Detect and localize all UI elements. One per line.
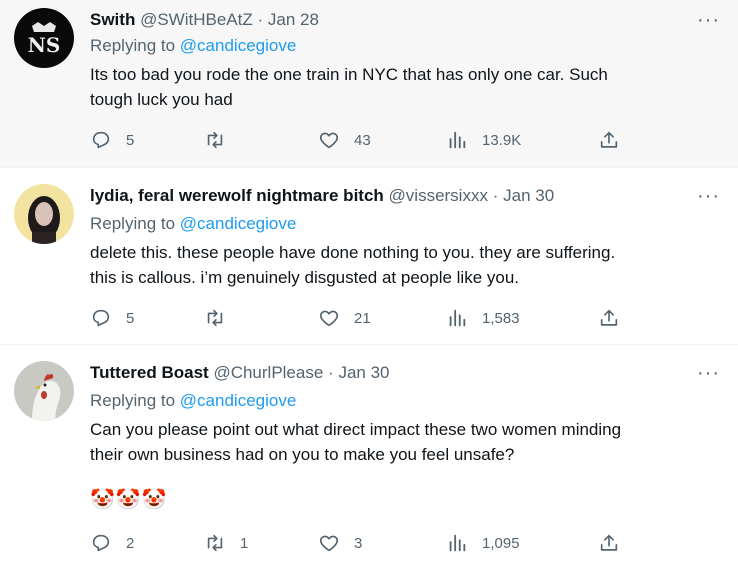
views-button[interactable]: 13.9K bbox=[446, 128, 521, 152]
like-count: 3 bbox=[354, 534, 363, 552]
profile-photo bbox=[32, 374, 61, 421]
author-name[interactable]: lydia, feral werewolf nightmare bitch bbox=[90, 186, 384, 205]
replying-prefix: Replying to bbox=[90, 214, 176, 233]
separator-dot: · bbox=[328, 363, 334, 382]
share-button[interactable] bbox=[598, 306, 620, 330]
views-count: 1,583 bbox=[482, 309, 520, 327]
tweet-text-line: this is callous. i’m genuinely disgusted… bbox=[90, 268, 520, 287]
action-bar: 2 1 3 1,095 bbox=[90, 531, 630, 555]
tweet-date[interactable]: Jan 28 bbox=[268, 10, 319, 29]
heart-icon bbox=[319, 535, 339, 552]
like-button[interactable]: 43 bbox=[318, 128, 371, 152]
share-button[interactable] bbox=[598, 128, 620, 152]
clown-emojis: 🤡🤡🤡 bbox=[90, 489, 168, 511]
author-handle[interactable]: @SWitHBeAtZ bbox=[140, 10, 253, 29]
separator-dot: · bbox=[492, 186, 499, 205]
reply-icon bbox=[92, 309, 110, 327]
author-handle[interactable]: @vissersixxx bbox=[389, 186, 488, 205]
tweet-text-line: delete this. these people have done noth… bbox=[90, 243, 616, 262]
mention-link[interactable]: @candicegiove bbox=[180, 36, 297, 55]
more-options-icon[interactable]: ··· bbox=[697, 363, 720, 383]
views-button[interactable]: 1,583 bbox=[446, 306, 520, 330]
tweet-text-line: Its too bad you rode the one train in NY… bbox=[90, 65, 608, 84]
tweet[interactable]: NS Swith @SWitHBeAtZ · Jan 28 ··· Replyi… bbox=[0, 0, 738, 168]
more-options-icon[interactable]: ··· bbox=[697, 10, 720, 30]
reply-count: 2 bbox=[126, 534, 135, 552]
tweet-header: Tuttered Boast @ChurlPlease · Jan 30 bbox=[90, 361, 390, 385]
reply-count: 5 bbox=[126, 131, 135, 149]
tweet-text-line: their own business had on you to make yo… bbox=[90, 445, 515, 464]
retweet-icon bbox=[207, 131, 223, 149]
views-button[interactable]: 1,095 bbox=[446, 531, 520, 555]
action-bar: 5 43 13.9K bbox=[90, 128, 630, 152]
reply-button[interactable]: 5 bbox=[90, 128, 134, 152]
author-handle[interactable]: @ChurlPlease bbox=[213, 363, 323, 382]
tweet-header: Swith @SWitHBeAtZ · Jan 28 bbox=[90, 8, 319, 32]
like-button[interactable]: 21 bbox=[318, 306, 371, 330]
views-count: 1,095 bbox=[482, 534, 520, 552]
replying-prefix: Replying to bbox=[90, 36, 176, 55]
views-icon bbox=[449, 131, 466, 149]
tweet-date[interactable]: Jan 30 bbox=[338, 363, 389, 382]
like-count: 43 bbox=[354, 131, 371, 149]
retweet-button[interactable]: 1 bbox=[204, 531, 248, 555]
heart-icon bbox=[319, 310, 339, 327]
tweet[interactable]: lydia, feral werewolf nightmare bitch @v… bbox=[0, 168, 738, 345]
profile-photo bbox=[28, 196, 60, 244]
reply-icon bbox=[92, 534, 110, 552]
replying-prefix: Replying to bbox=[90, 391, 176, 410]
views-count: 13.9K bbox=[482, 131, 522, 149]
replying-to: Replying to @candicegiove bbox=[90, 391, 296, 411]
retweet-button[interactable] bbox=[204, 128, 226, 152]
reply-button[interactable]: 2 bbox=[90, 531, 134, 555]
retweet-icon bbox=[207, 309, 223, 327]
more-options-icon[interactable]: ··· bbox=[697, 186, 720, 206]
tweet-text: Can you please point out what direct imp… bbox=[90, 417, 710, 467]
replying-to: Replying to @candicegiove bbox=[90, 36, 296, 56]
share-icon bbox=[600, 131, 618, 148]
retweet-count: 1 bbox=[240, 534, 249, 552]
views-icon bbox=[449, 534, 466, 552]
avatar[interactable] bbox=[14, 184, 74, 244]
tweet-text: delete this. these people have done noth… bbox=[90, 240, 710, 290]
logo-icon: NS bbox=[28, 22, 61, 57]
svg-text:NS: NS bbox=[28, 33, 61, 57]
like-count: 21 bbox=[354, 309, 371, 327]
views-icon bbox=[449, 309, 466, 327]
reply-count: 5 bbox=[126, 309, 135, 327]
retweet-button[interactable] bbox=[204, 306, 226, 330]
like-button[interactable]: 3 bbox=[318, 531, 362, 555]
mention-link[interactable]: @candicegiove bbox=[180, 391, 297, 410]
reply-icon bbox=[92, 131, 110, 149]
author-name[interactable]: Swith bbox=[90, 10, 135, 29]
tweet-header: lydia, feral werewolf nightmare bitch @v… bbox=[90, 184, 554, 208]
replying-to: Replying to @candicegiove bbox=[90, 214, 296, 234]
separator-dot: · bbox=[257, 10, 264, 29]
retweet-icon bbox=[207, 534, 223, 552]
tweet-text-line: tough luck you had bbox=[90, 90, 233, 109]
tweet[interactable]: Tuttered Boast @ChurlPlease · Jan 30 ···… bbox=[0, 345, 738, 566]
share-button[interactable] bbox=[598, 531, 620, 555]
share-icon bbox=[600, 534, 618, 551]
author-name[interactable]: Tuttered Boast bbox=[90, 363, 209, 382]
tweet-text: Its too bad you rode the one train in NY… bbox=[90, 62, 710, 112]
action-bar: 5 21 1,583 bbox=[90, 306, 630, 330]
reply-button[interactable]: 5 bbox=[90, 306, 134, 330]
avatar[interactable] bbox=[14, 361, 74, 421]
mention-link[interactable]: @candicegiove bbox=[180, 214, 297, 233]
heart-icon bbox=[319, 132, 339, 149]
tweet-text-line: Can you please point out what direct imp… bbox=[90, 420, 622, 439]
avatar[interactable]: NS bbox=[14, 8, 74, 68]
share-icon bbox=[600, 309, 618, 326]
tweet-date[interactable]: Jan 30 bbox=[503, 186, 554, 205]
